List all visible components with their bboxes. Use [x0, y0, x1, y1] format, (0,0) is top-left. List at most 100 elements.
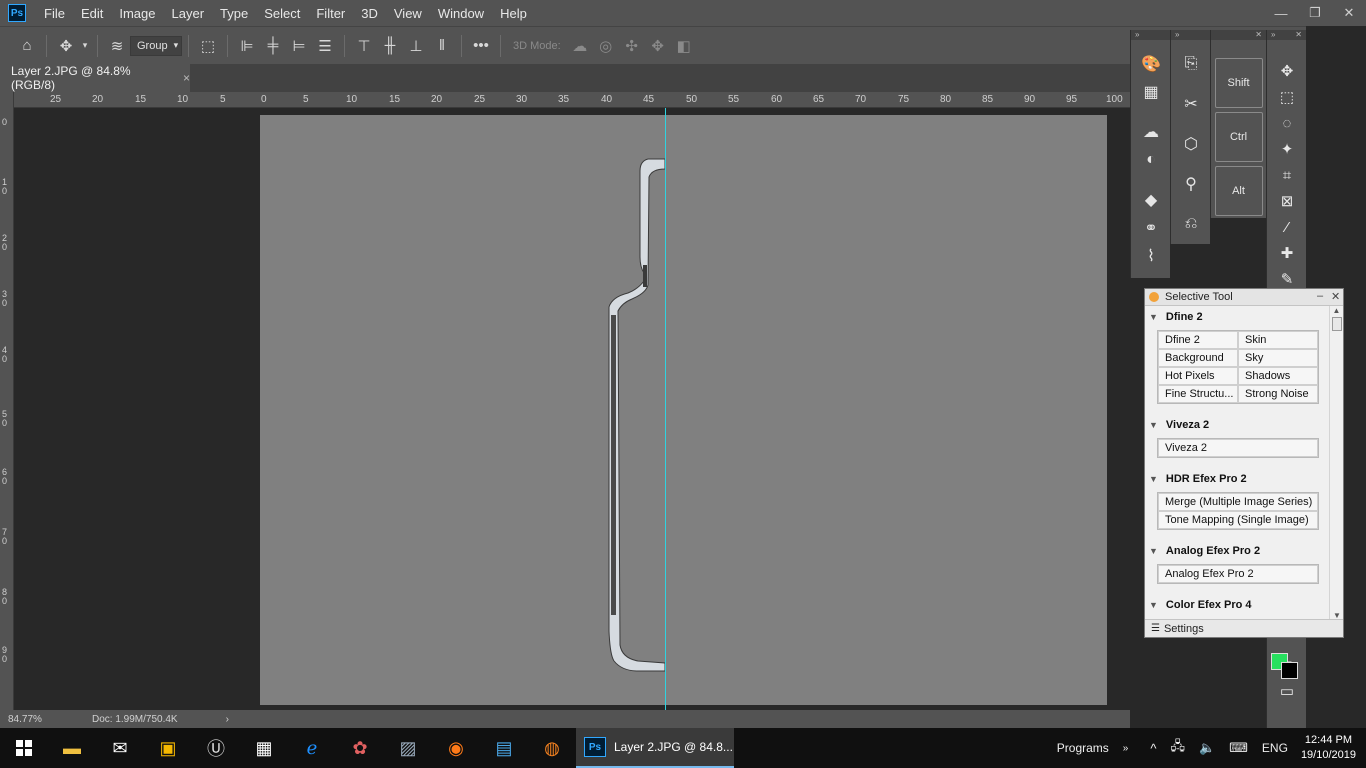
app-icon[interactable]: ▤	[480, 728, 528, 768]
dfine-2-button[interactable]: Dfine 2	[1158, 331, 1238, 349]
menu-filter[interactable]: Filter	[308, 6, 353, 21]
network-icon[interactable]: 🖧	[1163, 737, 1192, 759]
align-middle-icon[interactable]: ╫	[377, 34, 403, 58]
ctrl-key-button[interactable]: Ctrl	[1214, 112, 1263, 162]
color-panel-icon[interactable]: 🎨	[1131, 50, 1171, 78]
scroll-up-icon[interactable]: ▲	[1330, 306, 1343, 315]
shift-key-button[interactable]: Shift	[1214, 58, 1263, 108]
menu-3d[interactable]: 3D	[353, 6, 386, 21]
screen-mode-icon[interactable]: ▭	[1267, 678, 1307, 704]
3d-panel-icon[interactable]: ⬡	[1171, 130, 1211, 158]
tone-mapping-button[interactable]: Tone Mapping (Single Image)	[1158, 511, 1318, 529]
move-tool-icon[interactable]: ✥	[53, 34, 79, 58]
close-tab-icon[interactable]: ×	[183, 71, 190, 85]
menu-select[interactable]: Select	[256, 6, 308, 21]
align-left-icon[interactable]: ⊫	[234, 34, 260, 58]
section-viveza-2[interactable]: ▼ Viveza 2	[1145, 414, 1329, 436]
zoom-level[interactable]: 84.77%	[0, 714, 72, 725]
menu-file[interactable]: File	[36, 6, 73, 21]
language-indicator[interactable]: ENG	[1255, 741, 1295, 755]
crop-tool-icon[interactable]: ⌗	[1267, 162, 1307, 188]
expand-icon[interactable]: »	[1135, 30, 1139, 40]
minimize-panel-icon[interactable]: –	[1317, 290, 1323, 302]
section-color-efex-pro-4[interactable]: ▼ Color Efex Pro 4	[1145, 594, 1329, 616]
toolbar-expand-icon[interactable]: »	[1116, 743, 1136, 754]
paint-icon[interactable]: ✿	[336, 728, 384, 768]
strong-noise-button[interactable]: Strong Noise	[1238, 385, 1318, 403]
clock[interactable]: 12:44 PM 19/10/2019	[1295, 733, 1366, 763]
unreal-engine-icon[interactable]: Ⓤ	[192, 728, 240, 768]
frame-tool-icon[interactable]: ⊠	[1267, 188, 1307, 214]
document-tab[interactable]: Layer 2.JPG @ 84.8% (RGB/8) ×	[0, 64, 190, 92]
expand-icon[interactable]: »	[1175, 30, 1179, 40]
windows-start-icon[interactable]	[0, 728, 48, 768]
healing-brush-tool-icon[interactable]: ✚	[1267, 240, 1307, 266]
document-canvas[interactable]	[260, 115, 1107, 705]
analog-efex-pro-2-button[interactable]: Analog Efex Pro 2	[1158, 565, 1318, 583]
show-transform-controls-icon[interactable]: ⬚	[195, 34, 221, 58]
lasso-tool-icon[interactable]: ◌	[1267, 110, 1307, 136]
history-panel-icon[interactable]: ⎘	[1171, 50, 1211, 78]
section-analog-efex-pro-2[interactable]: ▼ Analog Efex Pro 2	[1145, 540, 1329, 562]
marquee-tool-icon[interactable]: ⬚	[1267, 84, 1307, 110]
auto-select-dropdown[interactable]: Group ▾	[130, 35, 182, 56]
volume-icon[interactable]: 🔈	[1192, 740, 1222, 756]
brush-settings-icon[interactable]: ⎌	[1171, 210, 1211, 238]
swatches-panel-icon[interactable]: ▦	[1131, 78, 1171, 106]
scrollbar-thumb[interactable]	[1331, 317, 1342, 331]
menu-help[interactable]: Help	[492, 6, 535, 21]
show-hidden-icons-icon[interactable]: ^	[1143, 741, 1163, 756]
menu-layer[interactable]: Layer	[164, 6, 213, 21]
align-center-icon[interactable]: ╪	[260, 34, 286, 58]
layers-panel-icon[interactable]: ◆	[1131, 186, 1171, 214]
mail-icon[interactable]: ✉	[96, 728, 144, 768]
taskbar-photoshop-button[interactable]: Ps Layer 2.JPG @ 84.8...	[576, 728, 734, 768]
fine-structures-button[interactable]: Fine Structu...	[1158, 385, 1238, 403]
channels-panel-icon[interactable]: ⚭	[1131, 214, 1171, 242]
settings-button[interactable]: Settings	[1164, 623, 1204, 635]
hot-pixels-button[interactable]: Hot Pixels	[1158, 367, 1238, 385]
move-tool-icon[interactable]: ✥	[1267, 58, 1307, 84]
eyedropper-tool-icon[interactable]: ⁄	[1267, 214, 1307, 240]
close-toolbar-icon[interactable]: ✕	[1295, 30, 1302, 40]
menu-view[interactable]: View	[386, 6, 430, 21]
status-menu-arrow[interactable]: ›	[226, 714, 229, 725]
distribute-icon[interactable]: ☰	[312, 34, 338, 58]
distribute-vertical-icon[interactable]: ‖	[429, 34, 455, 58]
close-window-button[interactable]: ✕	[1332, 0, 1366, 26]
more-options-icon[interactable]: •••	[468, 34, 494, 58]
skin-button[interactable]: Skin	[1238, 331, 1318, 349]
edge-icon[interactable]: ℯ	[288, 728, 336, 768]
sky-button[interactable]: Sky	[1238, 349, 1318, 367]
roll-3d-icon[interactable]: ◎	[593, 34, 619, 58]
scale-3d-icon[interactable]: ◧	[671, 34, 697, 58]
align-right-icon[interactable]: ⊨	[286, 34, 312, 58]
adjustments-panel-icon[interactable]: ◐	[1131, 146, 1171, 174]
tools-panel-icon[interactable]: ✂	[1171, 90, 1211, 118]
align-bottom-icon[interactable]: ⊥	[403, 34, 429, 58]
orbit-3d-icon[interactable]: ☁	[567, 34, 593, 58]
chevron-down-icon[interactable]: ▾	[79, 34, 91, 58]
file-explorer-icon[interactable]: ▬	[48, 728, 96, 768]
libraries-panel-icon[interactable]: ☁	[1131, 118, 1171, 146]
minimize-button[interactable]: —	[1264, 0, 1298, 26]
pan-3d-icon[interactable]: ✣	[619, 34, 645, 58]
background-button[interactable]: Background	[1158, 349, 1238, 367]
close-panel-icon[interactable]: ✕	[1255, 30, 1262, 40]
slide-3d-icon[interactable]: ✥	[645, 34, 671, 58]
store-icon[interactable]: ▣	[144, 728, 192, 768]
photos-icon[interactable]: ▨	[384, 728, 432, 768]
paths-panel-icon[interactable]: ⌇	[1131, 242, 1171, 270]
maximize-button[interactable]: ❐	[1298, 0, 1332, 26]
menu-type[interactable]: Type	[212, 6, 256, 21]
section-hdr-efex-pro-2[interactable]: ▼ HDR Efex Pro 2	[1145, 468, 1329, 490]
properties-panel-icon[interactable]: ⚲	[1171, 170, 1211, 198]
expand-icon[interactable]: »	[1271, 30, 1275, 40]
menu-edit[interactable]: Edit	[73, 6, 111, 21]
vertical-ruler[interactable]: 0 1 0 2 0 3 0 4 0 5 0 6 0 7 0 8 0 9 0	[0, 92, 14, 710]
calendar-icon[interactable]: ▦	[240, 728, 288, 768]
selective-tool-scrollbar[interactable]: ▲ ▼	[1329, 306, 1343, 620]
selective-tool-titlebar[interactable]: Selective Tool – ✕	[1145, 289, 1343, 306]
home-icon[interactable]: ⌂	[14, 34, 40, 58]
section-dfine-2[interactable]: ▼ Dfine 2	[1145, 306, 1329, 328]
